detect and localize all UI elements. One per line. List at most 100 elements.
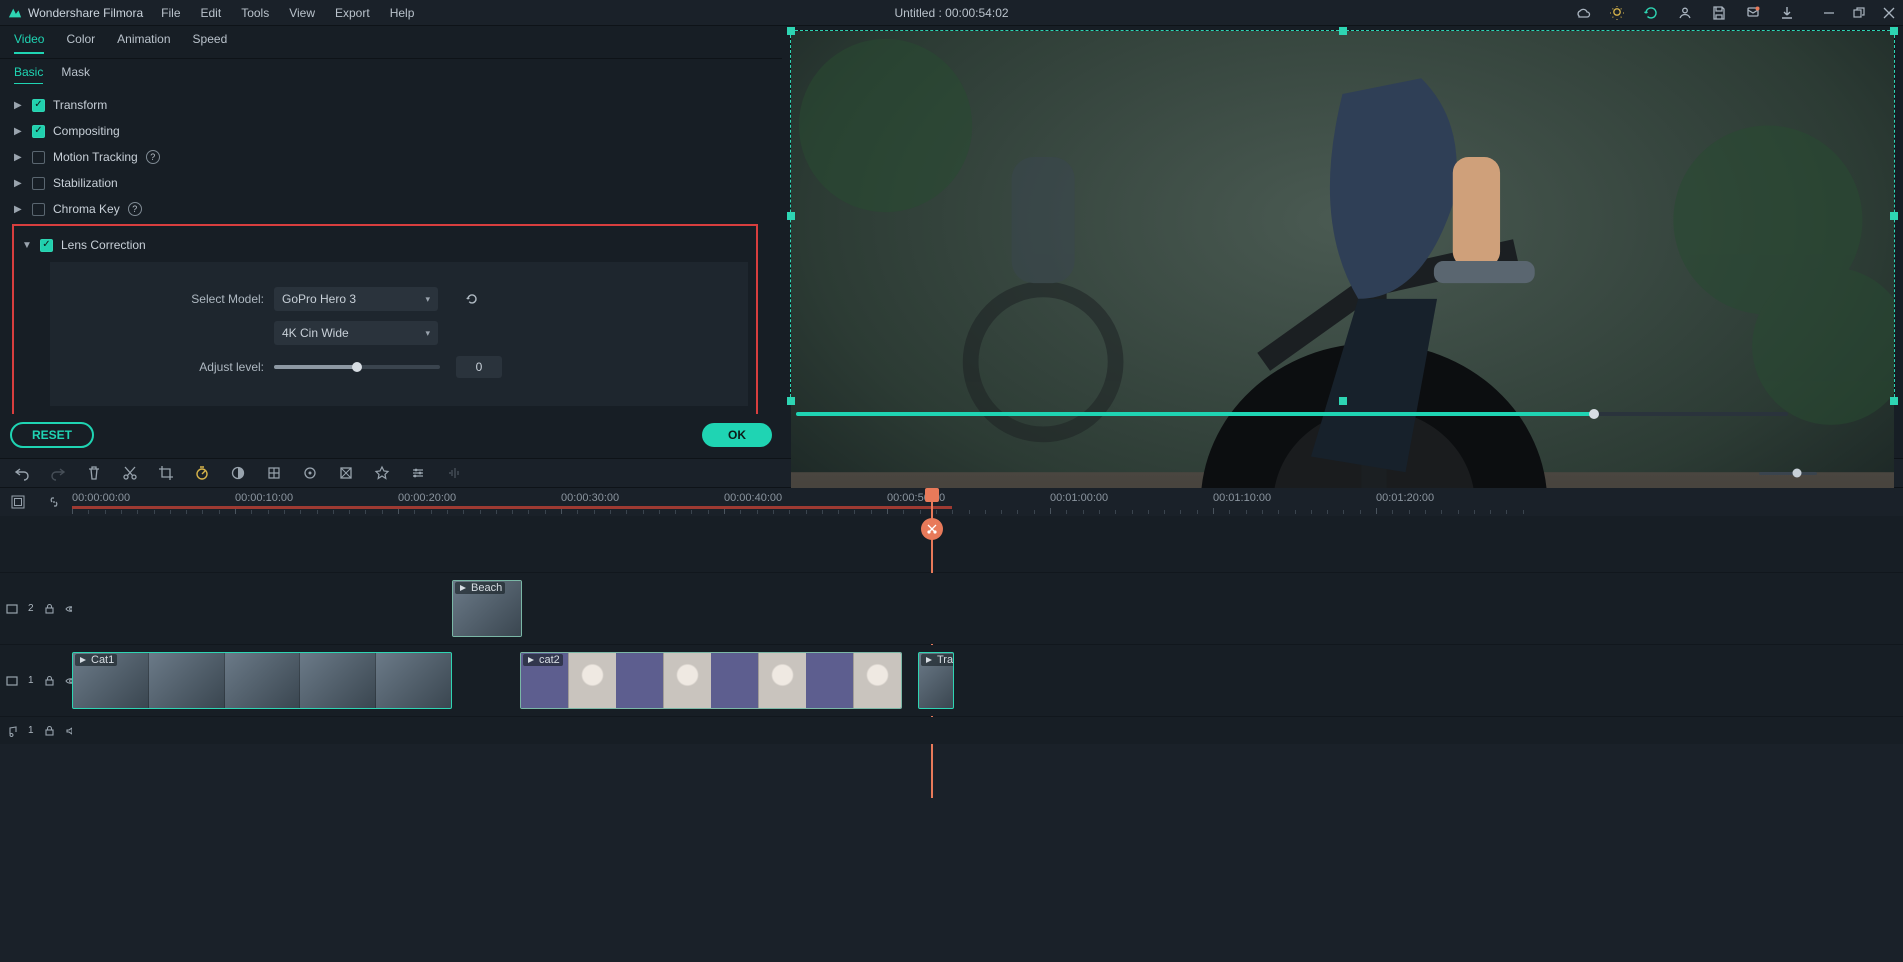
window-restore[interactable] [1853,7,1865,19]
timeline-ruler[interactable]: 00:00:00:0000:00:10:0000:00:20:0000:00:3… [72,488,1903,516]
tab-color[interactable]: Color [66,32,95,54]
help-icon[interactable]: ? [146,150,160,164]
lightbulb-icon[interactable] [1609,5,1625,21]
zoom-slider[interactable] [1759,472,1817,475]
tab-video[interactable]: Video [14,32,44,54]
clip[interactable]: Cat1 [72,652,452,709]
speed-icon[interactable] [194,465,210,481]
markers-icon[interactable] [266,465,282,481]
checkbox-stabilization[interactable] [32,177,45,190]
checkbox-compositing[interactable] [32,125,45,138]
track-v1-label: 1 [28,675,34,686]
track-a1: 1 [0,716,1903,744]
cut-icon[interactable] [122,465,138,481]
track-v2: 2 Beach [0,572,1903,644]
inspector-sub-tabs: Basic Mask [0,59,782,88]
film-icon [6,675,18,687]
checkbox-lens-correction[interactable] [40,239,53,252]
adjust-level-value[interactable]: 0 [456,356,502,378]
resize-handle[interactable] [1890,27,1898,35]
notification-icon[interactable] [1745,5,1761,21]
prop-stabilization-label: Stabilization [53,176,118,190]
undo-icon[interactable] [14,465,30,481]
clip[interactable]: cat2 [520,652,902,709]
resize-handle[interactable] [1890,397,1898,405]
inspector-top-tabs: Video Color Animation Speed [0,26,782,59]
link-tracks-icon[interactable] [47,495,61,509]
chevron-right-icon: ▶ [14,178,24,189]
tab-animation[interactable]: Animation [117,32,170,54]
resize-handle[interactable] [787,397,795,405]
music-icon [6,725,18,737]
menu-help[interactable]: Help [390,6,415,20]
cloud-icon[interactable] [1575,5,1591,21]
window-minimize[interactable] [1823,7,1835,19]
preview-canvas[interactable] [790,30,1895,402]
app-name: Wondershare Filmora [28,6,143,20]
chevron-right-icon: ▶ [14,100,24,111]
select-mode-dropdown[interactable]: 4K Cin Wide ▾ [274,321,438,345]
select-model-label: Select Model: [74,292,264,306]
checkbox-chroma-key[interactable] [32,203,45,216]
color-icon[interactable] [230,465,246,481]
reset-button[interactable]: RESET [10,422,94,448]
keyframe-icon[interactable] [302,465,318,481]
ruler-tick-label: 00:01:10:00 [1213,492,1271,504]
prop-chroma-key[interactable]: ▶ Chroma Key ? [10,196,772,222]
checkbox-transform[interactable] [32,99,45,112]
greenscreen-icon[interactable] [338,465,354,481]
download-icon[interactable] [1779,5,1795,21]
adjust-level-slider[interactable] [274,365,440,369]
adjust-icon[interactable] [410,465,426,481]
refresh-icon[interactable] [1643,5,1659,21]
prop-transform[interactable]: ▶ Transform [10,92,772,118]
reset-icon[interactable] [464,291,480,307]
prop-motion-tracking[interactable]: ▶ Motion Tracking ? [10,144,772,170]
checkbox-motion-tracking[interactable] [32,151,45,164]
menu-export[interactable]: Export [335,6,370,20]
menu-tools[interactable]: Tools [241,6,269,20]
prop-compositing[interactable]: ▶ Compositing [10,118,772,144]
prop-chroma-key-label: Chroma Key [53,202,120,216]
effects-icon[interactable] [374,465,390,481]
audio-icon[interactable] [446,465,462,481]
chevron-down-icon: ▾ [425,328,430,339]
scissor-icon[interactable] [921,518,943,540]
subtab-basic[interactable]: Basic [14,65,43,84]
chevron-right-icon: ▶ [14,152,24,163]
menu-file[interactable]: File [161,6,180,20]
select-model-dropdown[interactable]: GoPro Hero 3 ▾ [274,287,438,311]
ruler-tick-label: 00:00:30:00 [561,492,619,504]
lock-icon[interactable] [44,603,55,614]
prop-stabilization[interactable]: ▶ Stabilization [10,170,772,196]
resize-handle[interactable] [787,212,795,220]
help-icon[interactable]: ? [128,202,142,216]
chevron-down-icon[interactable]: ▼ [22,240,32,251]
user-icon[interactable] [1677,5,1693,21]
timeline-options-icon[interactable] [11,495,25,509]
prop-lens-correction-label: Lens Correction [61,238,146,252]
menu-view[interactable]: View [289,6,315,20]
clip[interactable]: Tra [918,652,954,709]
lock-icon[interactable] [44,725,55,736]
menu-edit[interactable]: Edit [201,6,222,20]
document-title: Untitled : 00:00:54:02 [894,6,1008,20]
save-icon[interactable] [1711,5,1727,21]
tab-speed[interactable]: Speed [193,32,228,54]
clip[interactable]: Beach [452,580,522,637]
resize-handle[interactable] [1339,27,1347,35]
resize-handle[interactable] [1339,397,1347,405]
resize-handle[interactable] [1890,212,1898,220]
lens-correction-section: ▼ Lens Correction Select Model: GoPro He… [12,224,758,414]
ruler-tick-label: 00:01:20:00 [1376,492,1434,504]
redo-icon[interactable] [50,465,66,481]
subtab-mask[interactable]: Mask [61,65,90,84]
resize-handle[interactable] [787,27,795,35]
delete-icon[interactable] [86,465,102,481]
preview-scrubber[interactable] [796,412,1788,416]
window-close[interactable] [1883,7,1895,19]
lock-icon[interactable] [44,675,55,686]
crop-icon[interactable] [158,465,174,481]
prop-transform-label: Transform [53,98,107,112]
ok-button[interactable]: OK [702,423,772,447]
